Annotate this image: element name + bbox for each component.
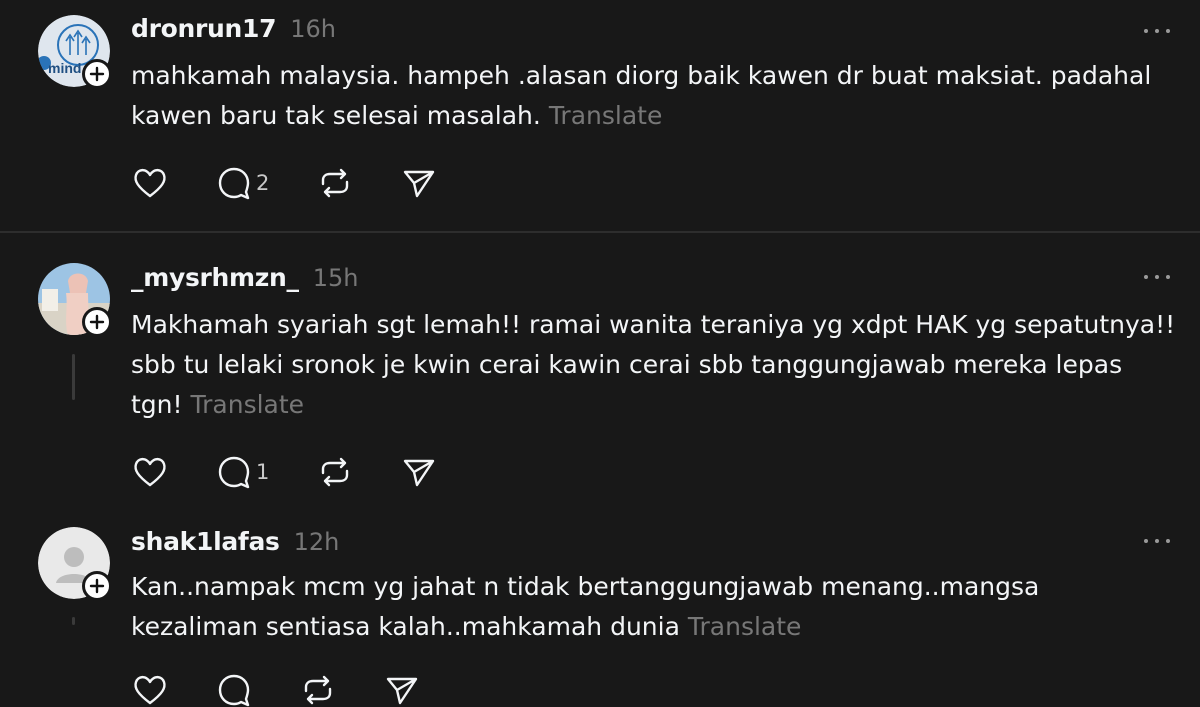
post-text: Makhamah syariah sgt lemah!! ramai wanit… (131, 305, 1181, 425)
comment-icon (218, 167, 250, 200)
post-text-line: Makhamah syariah sgt lemah!! ramai wanit… (131, 310, 1176, 339)
repost-button[interactable] (300, 673, 336, 707)
reply-count: 2 (256, 171, 270, 195)
comment-icon (218, 456, 250, 489)
username[interactable]: shak1lafas (131, 527, 280, 556)
heart-icon (134, 168, 166, 198)
post-text: mahkamah malaysia. hampeh .alasan diorg … (131, 56, 1181, 136)
post-text-line: kezaliman sentiasa kalah..mahkamah dunia (131, 612, 680, 641)
share-button[interactable] (401, 455, 437, 489)
avatar-1[interactable]: mind (38, 15, 112, 89)
action-bar: 2 (132, 166, 485, 200)
like-button[interactable] (132, 166, 168, 200)
post-text-line: tgn! (131, 390, 183, 419)
thread-line (72, 617, 75, 625)
comment-button[interactable] (216, 673, 252, 707)
post-text-line: Kan..nampak mcm yg jahat n tidak bertang… (131, 572, 1040, 601)
translate-link[interactable]: Translate (688, 612, 802, 641)
username[interactable]: _mysrhmzn_ (131, 263, 299, 292)
action-bar (132, 673, 468, 707)
more-icon[interactable] (1144, 273, 1170, 281)
action-bar: 1 (132, 455, 485, 489)
translate-link[interactable]: Translate (549, 101, 663, 130)
repost-icon (304, 675, 332, 705)
avatar-logo-text: mind (48, 60, 81, 76)
heart-icon (134, 457, 166, 487)
repost-icon (322, 457, 349, 487)
post-header: shak1lafas 12h (131, 527, 339, 556)
thread-line (72, 354, 75, 400)
heart-icon (134, 675, 166, 705)
post-text-line: kawen baru tak selesai masalah. (131, 101, 541, 130)
share-icon (404, 459, 435, 487)
more-icon[interactable] (1144, 537, 1170, 545)
reply-count: 1 (256, 460, 270, 484)
post-text: Kan..nampak mcm yg jahat n tidak bertang… (131, 567, 1181, 647)
timestamp[interactable]: 16h (290, 15, 336, 43)
more-icon[interactable] (1144, 27, 1170, 35)
timestamp[interactable]: 15h (313, 264, 359, 292)
post-header: _mysrhmzn_ 15h (131, 263, 359, 292)
share-icon (386, 677, 418, 705)
avatar-3[interactable] (38, 527, 112, 601)
like-button[interactable] (132, 673, 168, 707)
post-text-line: sbb tu lelaki sronok je kwin cerai kawin… (131, 350, 1123, 379)
avatar-2[interactable] (38, 263, 112, 337)
share-icon (404, 170, 435, 198)
share-button[interactable] (384, 673, 420, 707)
follow-plus-icon[interactable] (82, 307, 112, 337)
repost-icon (322, 168, 349, 198)
post-3: shak1lafas 12h Kan..nampak mcm yg jahat … (0, 523, 1200, 707)
share-button[interactable] (401, 166, 437, 200)
repost-button[interactable] (317, 166, 353, 200)
comment-icon (218, 674, 250, 707)
timestamp[interactable]: 12h (294, 528, 340, 556)
translate-link[interactable]: Translate (191, 390, 305, 419)
follow-plus-icon[interactable] (82, 59, 112, 89)
follow-plus-icon[interactable] (82, 571, 112, 601)
repost-button[interactable] (317, 455, 353, 489)
comment-button[interactable]: 1 (216, 455, 269, 489)
username[interactable]: dronrun17 (131, 14, 277, 43)
post-2: _mysrhmzn_ 15h Makhamah syariah sgt lema… (0, 233, 1200, 523)
post-header: dronrun17 16h (131, 14, 336, 43)
comment-button[interactable]: 2 (216, 166, 269, 200)
post-text-line: mahkamah malaysia. hampeh .alasan diorg … (131, 61, 1152, 90)
like-button[interactable] (132, 455, 168, 489)
post-1: mind dronrun17 16h mahkamah malaysia. ha… (0, 0, 1200, 232)
